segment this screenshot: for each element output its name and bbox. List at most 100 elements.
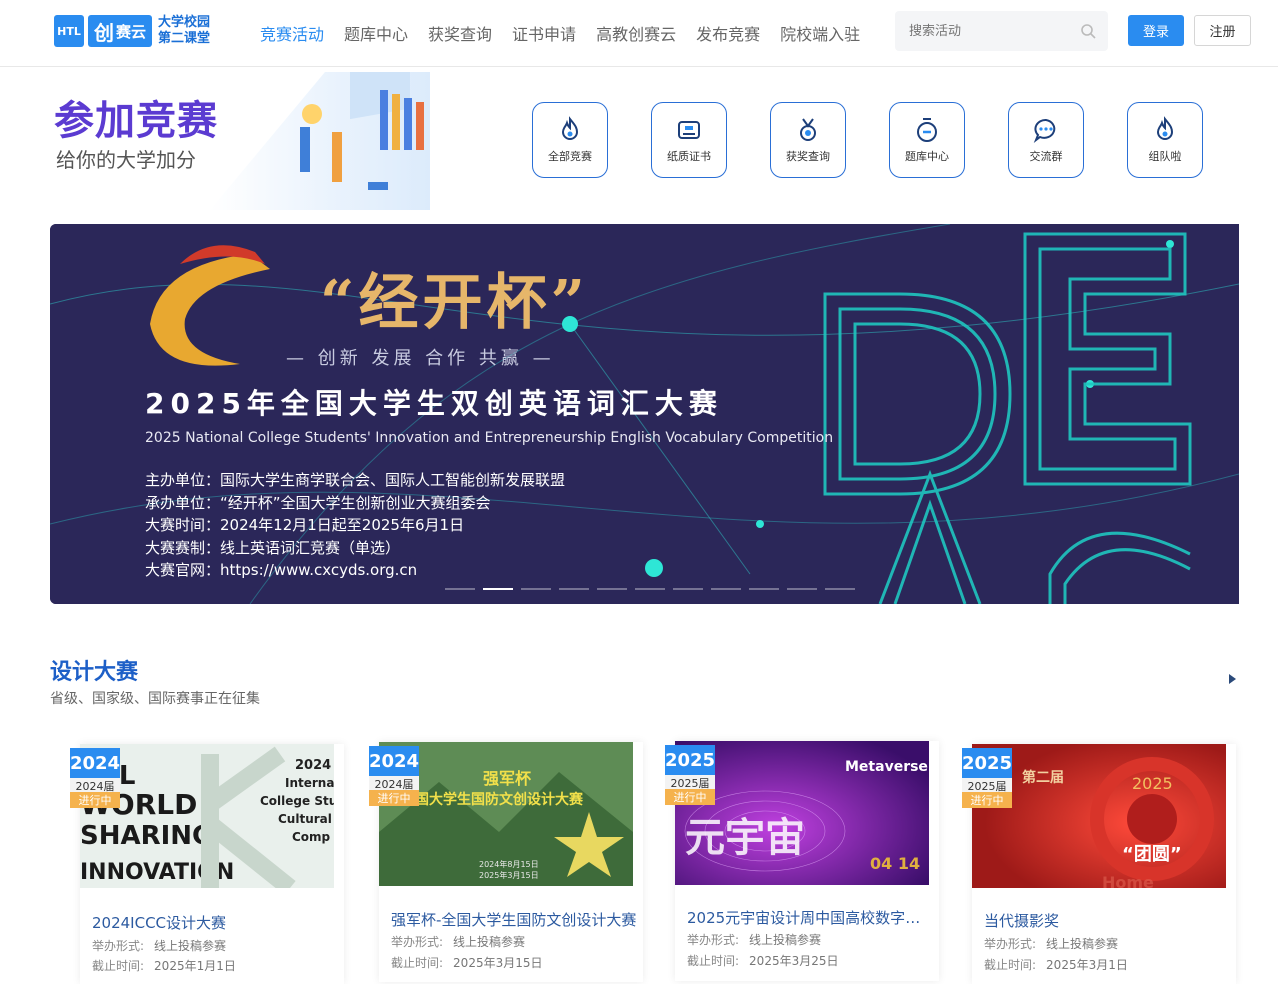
quick-label: 获奖查询 (786, 150, 830, 163)
hero-title: 参加竞赛 (54, 98, 218, 144)
logo-mark: HTL (54, 15, 84, 47)
svg-text:2025: 2025 (1132, 774, 1173, 793)
card-deadline-label: 截止时间: (687, 954, 740, 968)
main-nav: 竞赛活动 题库中心 获奖查询 证书申请 高教创赛云 发布竞赛 院校端入驻 (260, 21, 860, 45)
logo-sub-line-1: 大学校园 (158, 15, 211, 30)
carousel-dot[interactable] (559, 588, 589, 590)
card-year-badge: 2024 (369, 746, 419, 776)
card-name[interactable]: 2024ICCC设计大赛 (92, 912, 338, 933)
search-box (895, 11, 1108, 51)
card-deadline-value: 2025年3月25日 (749, 954, 839, 968)
quick-paper-certificate[interactable]: 纸质证书 (651, 102, 727, 178)
competition-card[interactable]: 2025 2025届 进行中 2025 “团圆” 第二届 Home 当代摄影奖 … (962, 744, 1236, 984)
logo-main: 创赛云 (88, 15, 153, 47)
card-deadline: 截止时间: 2025年1月1日 (92, 957, 236, 974)
carousel-dot[interactable] (825, 588, 855, 590)
search-icon[interactable] (1080, 23, 1096, 39)
nav-publish[interactable]: 发布竞赛 (696, 21, 760, 45)
card-deadline-label: 截止时间: (92, 959, 145, 973)
card-form-label: 举办形式: (984, 937, 1037, 951)
banner-info-line: 大赛赛制：线上英语词汇竞赛（单选） (145, 538, 401, 557)
nav-school-join[interactable]: 院校端入驻 (780, 21, 860, 45)
card-form-value: 线上投稿参赛 (453, 935, 526, 949)
medal-icon (800, 118, 816, 141)
nav-question-bank[interactable]: 题库中心 (344, 21, 408, 45)
search-input[interactable] (895, 11, 1065, 51)
section-next-arrow-icon[interactable] (1229, 674, 1236, 684)
certificate-icon (678, 121, 700, 139)
svg-text:全国大学生国防文创设计大赛: 全国大学生国防文创设计大赛 (400, 791, 584, 808)
quick-chat-group[interactable]: 交流群 (1008, 102, 1084, 178)
card-form-label: 举办形式: (92, 939, 145, 953)
quick-label: 交流群 (1029, 150, 1063, 163)
card-form-label: 举办形式: (687, 933, 740, 947)
svg-text:2024年8月15日: 2024年8月15日 (479, 859, 539, 869)
svg-text:第二届: 第二届 (1022, 769, 1064, 786)
carousel-dot[interactable] (711, 588, 741, 590)
svg-text:College Stu: College Stu (260, 794, 334, 808)
quick-award-query[interactable]: 获奖查询 (770, 102, 846, 178)
svg-text:2024: 2024 (295, 758, 331, 773)
card-form-label: 举办形式: (391, 935, 444, 949)
quick-label: 题库中心 (905, 150, 949, 163)
svg-text:Home: Home (1102, 873, 1154, 888)
card-deadline-value: 2025年1月1日 (154, 959, 236, 973)
nav-award-query[interactable]: 获奖查询 (428, 21, 492, 45)
logo-subtitle: 大学校园 第二课堂 (158, 15, 210, 47)
banner-info-line: 主办单位：国际大学生商学联合会、国际人工智能创新发展联盟 (145, 471, 566, 489)
site-logo[interactable]: HTL 创赛云 大学校园 第二课堂 (54, 12, 210, 50)
card-form-value: 线上投稿参赛 (749, 933, 822, 947)
carousel-dot[interactable] (787, 588, 817, 590)
carousel-dots (445, 588, 855, 590)
carousel-dot[interactable] (483, 588, 513, 590)
banner-info-line: 承办单位：“经开杯”全国大学生创新创业大赛组委会 (145, 493, 491, 512)
svg-text:“团圆”: “团圆” (1122, 844, 1182, 865)
card-deadline-value: 2025年3月15日 (453, 956, 543, 970)
logo-main-small: 赛云 (116, 22, 147, 41)
quick-team-up[interactable]: 组队啦 (1127, 102, 1203, 178)
carousel-dot[interactable] (635, 588, 665, 590)
quick-all-competitions[interactable]: 全部竞赛 (532, 102, 608, 178)
card-status-badge: 进行中 (962, 792, 1012, 808)
card-deadline: 截止时间: 2025年3月25日 (687, 952, 839, 969)
card-form-value: 线上投稿参赛 (1046, 937, 1119, 951)
svg-text:Comp: Comp (292, 830, 331, 844)
svg-text:04 14: 04 14 (870, 854, 920, 873)
hero-banner: 参加竞赛 给你的大学加分 (50, 72, 450, 210)
card-form: 举办形式: 线上投稿参赛 (984, 935, 1118, 952)
nav-certificate[interactable]: 证书申请 (512, 21, 576, 45)
carousel-dot[interactable] (673, 588, 703, 590)
nav-competitions[interactable]: 竞赛活动 (260, 21, 324, 45)
card-form-value: 线上投稿参赛 (154, 939, 227, 953)
quick-question-bank[interactable]: 题库中心 (889, 102, 965, 178)
stopwatch-icon (917, 118, 937, 142)
banner-info-line: 大赛官网：https://www.cxcyds.org.cn (145, 561, 418, 579)
banner-info-line: 大赛时间：2024年12月1日起至2025年6月1日 (145, 516, 465, 534)
flame-icon (561, 116, 579, 140)
card-name[interactable]: 强军杯-全国大学生国防文创设计大赛 (391, 909, 637, 930)
competition-card[interactable]: 2025 2025届 进行中 元宇宙 Metaverse 04 14 2025元… (665, 741, 939, 981)
site-header: HTL 创赛云 大学校园 第二课堂 竞赛活动 题库中心 获奖查询 证书申请 高教… (0, 0, 1278, 67)
register-button[interactable]: 注册 (1194, 15, 1251, 46)
competition-card[interactable]: 2024 2024届 进行中 FUL WORLD SHARING INNOVAT… (70, 744, 344, 984)
competition-card[interactable]: 2024 2024届 进行中 强军杯 全国大学生国防文创设计大赛 2024年8月… (369, 742, 643, 982)
carousel-dot[interactable] (597, 588, 627, 590)
carousel-dot[interactable] (521, 588, 551, 590)
section-subtitle: 省级、国家级、国际赛事正在征集 (50, 691, 260, 707)
main-carousel[interactable]: “经开杯” — 创新 发展 合作 共赢 — 2025年全国大学生双创英语词汇大赛… (50, 224, 1239, 604)
svg-text:Interna: Interna (285, 776, 334, 790)
card-name[interactable]: 当代摄影奖 (984, 910, 1230, 931)
section-title: 设计大赛 (50, 660, 139, 685)
quick-label: 纸质证书 (667, 150, 711, 163)
carousel-dot[interactable] (749, 588, 779, 590)
card-status-badge: 进行中 (70, 792, 120, 808)
card-name[interactable]: 2025元宇宙设计周中国高校数字创意设计大赛 (687, 907, 933, 928)
carousel-dot[interactable] (445, 588, 475, 590)
svg-text:SHARING: SHARING (80, 821, 213, 851)
banner-info: 主办单位：国际大学生商学联合会、国际人工智能创新发展联盟 承办单位：“经开杯”全… (145, 469, 565, 582)
banner-title-en: 2025 National College Students' Innovati… (145, 430, 834, 446)
nav-gaojiao-cloud[interactable]: 高教创赛云 (596, 21, 676, 45)
flame-icon (1156, 116, 1174, 140)
login-button[interactable]: 登录 (1128, 15, 1184, 46)
banner-cup-title: “经开杯” (320, 268, 590, 338)
